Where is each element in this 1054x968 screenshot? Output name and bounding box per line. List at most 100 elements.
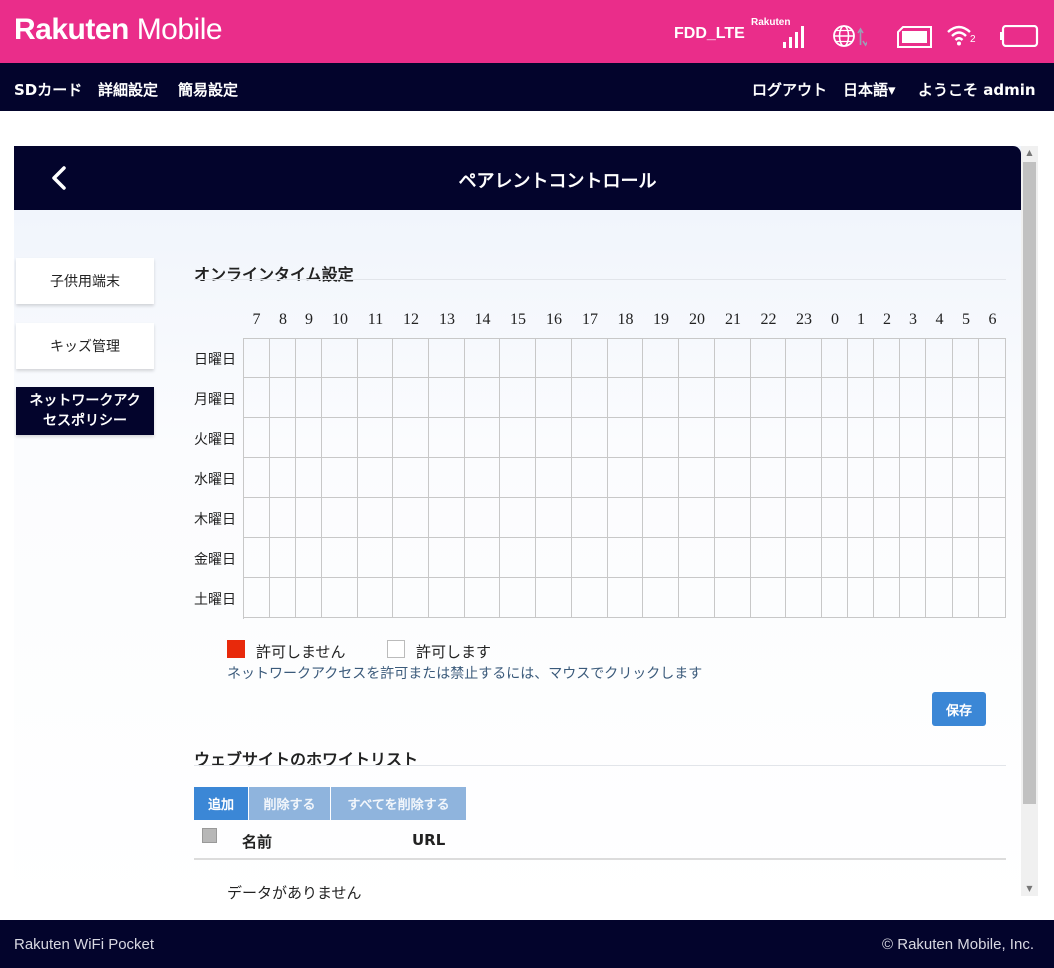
add-button[interactable]: 追加: [194, 787, 248, 820]
schedule-cell[interactable]: [243, 578, 270, 618]
schedule-cell[interactable]: [296, 578, 322, 618]
schedule-cell[interactable]: [322, 498, 358, 538]
schedule-cell[interactable]: [536, 578, 572, 618]
schedule-cell[interactable]: [979, 338, 1006, 378]
schedule-cell[interactable]: [429, 458, 465, 498]
schedule-cell[interactable]: [979, 418, 1006, 458]
schedule-cell[interactable]: [715, 418, 751, 458]
schedule-cell[interactable]: [822, 578, 848, 618]
schedule-cell[interactable]: [643, 538, 679, 578]
schedule-cell[interactable]: [358, 418, 393, 458]
schedule-cell[interactable]: [393, 498, 429, 538]
schedule-cell[interactable]: [322, 418, 358, 458]
schedule-cell[interactable]: [429, 538, 465, 578]
schedule-cell[interactable]: [296, 418, 322, 458]
schedule-cell[interactable]: [270, 378, 296, 418]
schedule-cell[interactable]: [465, 578, 500, 618]
schedule-cell[interactable]: [848, 418, 874, 458]
schedule-cell[interactable]: [715, 378, 751, 418]
schedule-cell[interactable]: [572, 458, 608, 498]
schedule-cell[interactable]: [786, 378, 822, 418]
schedule-cell[interactable]: [953, 418, 979, 458]
schedule-cell[interactable]: [953, 378, 979, 418]
schedule-cell[interactable]: [243, 418, 270, 458]
schedule-cell[interactable]: [322, 458, 358, 498]
nav-sd-card[interactable]: SDカード: [14, 79, 82, 100]
schedule-cell[interactable]: [953, 498, 979, 538]
schedule-cell[interactable]: [322, 338, 358, 378]
schedule-cell[interactable]: [900, 378, 926, 418]
schedule-cell[interactable]: [270, 338, 296, 378]
schedule-cell[interactable]: [322, 538, 358, 578]
schedule-cell[interactable]: [874, 378, 900, 418]
logout-link[interactable]: ログアウト: [752, 79, 827, 100]
schedule-cell[interactable]: [322, 578, 358, 618]
schedule-grid[interactable]: [243, 338, 1006, 619]
schedule-cell[interactable]: [679, 538, 715, 578]
schedule-cell[interactable]: [926, 458, 953, 498]
schedule-cell[interactable]: [393, 418, 429, 458]
schedule-cell[interactable]: [465, 338, 500, 378]
vertical-scrollbar[interactable]: ▲ ▼: [1021, 146, 1038, 896]
schedule-cell[interactable]: [608, 538, 643, 578]
schedule-cell[interactable]: [679, 338, 715, 378]
schedule-cell[interactable]: [848, 578, 874, 618]
schedule-cell[interactable]: [874, 578, 900, 618]
schedule-cell[interactable]: [500, 418, 536, 458]
schedule-cell[interactable]: [822, 378, 848, 418]
schedule-cell[interactable]: [296, 458, 322, 498]
schedule-cell[interactable]: [848, 338, 874, 378]
schedule-cell[interactable]: [874, 498, 900, 538]
schedule-cell[interactable]: [500, 498, 536, 538]
schedule-cell[interactable]: [848, 458, 874, 498]
schedule-cell[interactable]: [465, 378, 500, 418]
schedule-cell[interactable]: [822, 498, 848, 538]
schedule-cell[interactable]: [608, 418, 643, 458]
schedule-cell[interactable]: [270, 418, 296, 458]
schedule-cell[interactable]: [608, 578, 643, 618]
schedule-cell[interactable]: [465, 538, 500, 578]
schedule-cell[interactable]: [358, 498, 393, 538]
delete-all-button[interactable]: すべてを削除する: [331, 787, 466, 820]
schedule-cell[interactable]: [786, 418, 822, 458]
schedule-cell[interactable]: [679, 498, 715, 538]
schedule-cell[interactable]: [953, 458, 979, 498]
schedule-cell[interactable]: [926, 498, 953, 538]
nav-simple-settings[interactable]: 簡易設定: [178, 79, 238, 100]
scroll-up-arrow[interactable]: ▲: [1021, 146, 1038, 160]
schedule-cell[interactable]: [848, 498, 874, 538]
schedule-cell[interactable]: [608, 498, 643, 538]
schedule-cell[interactable]: [874, 458, 900, 498]
schedule-cell[interactable]: [822, 458, 848, 498]
schedule-cell[interactable]: [536, 378, 572, 418]
schedule-cell[interactable]: [572, 378, 608, 418]
schedule-cell[interactable]: [979, 378, 1006, 418]
schedule-cell[interactable]: [572, 338, 608, 378]
schedule-cell[interactable]: [429, 418, 465, 458]
schedule-cell[interactable]: [393, 458, 429, 498]
schedule-cell[interactable]: [536, 458, 572, 498]
menu-network-access-policy[interactable]: ネットワークアク セスポリシー: [16, 387, 154, 435]
schedule-cell[interactable]: [572, 418, 608, 458]
schedule-cell[interactable]: [243, 338, 270, 378]
schedule-cell[interactable]: [979, 538, 1006, 578]
schedule-cell[interactable]: [751, 338, 786, 378]
schedule-cell[interactable]: [572, 538, 608, 578]
schedule-cell[interactable]: [900, 418, 926, 458]
schedule-cell[interactable]: [979, 498, 1006, 538]
schedule-cell[interactable]: [715, 338, 751, 378]
schedule-cell[interactable]: [643, 338, 679, 378]
schedule-cell[interactable]: [900, 338, 926, 378]
schedule-cell[interactable]: [643, 458, 679, 498]
schedule-cell[interactable]: [679, 578, 715, 618]
schedule-cell[interactable]: [465, 498, 500, 538]
schedule-cell[interactable]: [393, 538, 429, 578]
schedule-cell[interactable]: [979, 578, 1006, 618]
schedule-cell[interactable]: [715, 538, 751, 578]
menu-child-devices[interactable]: 子供用端末: [16, 258, 154, 304]
schedule-cell[interactable]: [270, 458, 296, 498]
schedule-cell[interactable]: [751, 538, 786, 578]
delete-button[interactable]: 削除する: [249, 787, 330, 820]
schedule-cell[interactable]: [296, 498, 322, 538]
schedule-cell[interactable]: [296, 338, 322, 378]
